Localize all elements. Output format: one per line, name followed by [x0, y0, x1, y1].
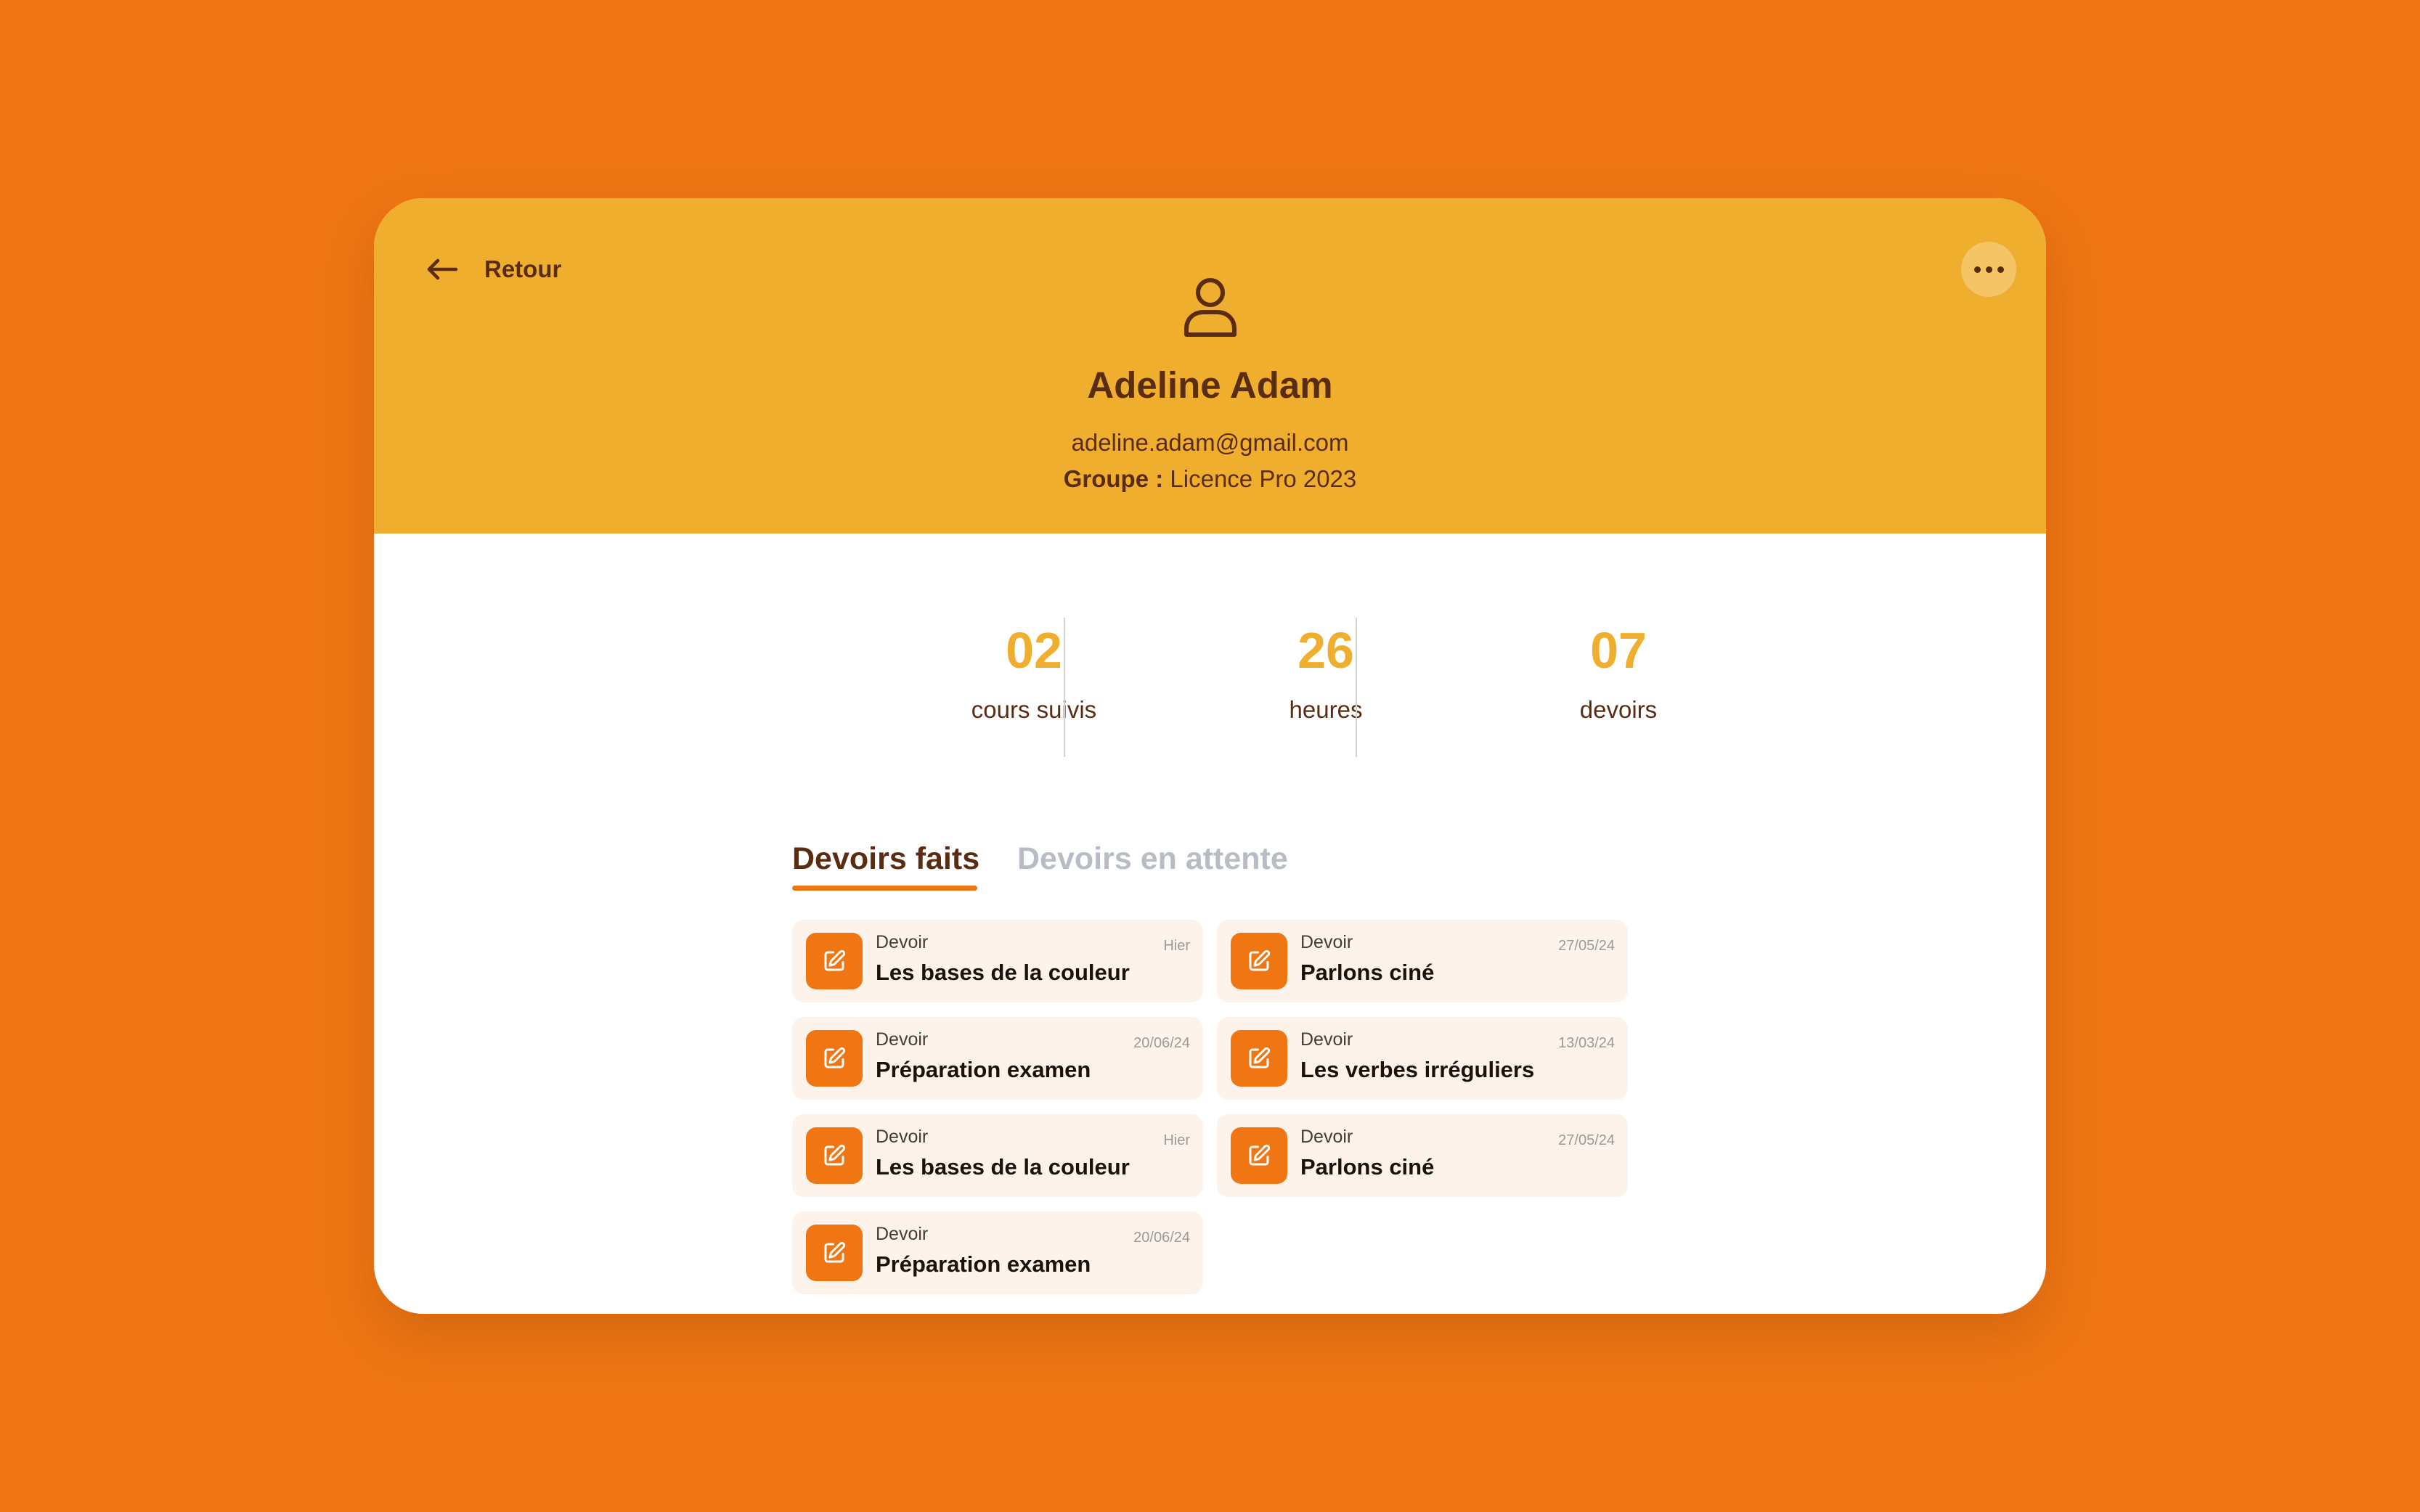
group-label: Groupe : — [1063, 465, 1164, 492]
assignment-type: Devoir — [1300, 1127, 1353, 1147]
assignment-item[interactable]: Devoir Parlons ciné 27/05/24 — [1217, 920, 1628, 1002]
assignment-title: Les bases de la couleur — [876, 960, 1130, 985]
assignment-title: Les bases de la couleur — [876, 1154, 1130, 1180]
stat-divider — [1064, 618, 1065, 757]
assignment-item[interactable]: Devoir Parlons ciné 27/05/24 — [1217, 1114, 1628, 1197]
stat-divider — [1356, 618, 1357, 757]
edit-icon-badge — [806, 933, 863, 989]
assignment-type: Devoir — [876, 932, 929, 952]
arrow-left-icon — [427, 258, 458, 280]
edit-icon — [824, 949, 846, 971]
more-options-button[interactable] — [1961, 242, 2016, 297]
edit-icon — [1249, 949, 1271, 971]
stat-courses: 02 cours suivis — [918, 625, 1150, 724]
assignment-title: Parlons ciné — [1300, 960, 1435, 985]
user-icon — [1184, 278, 1237, 337]
assignment-item[interactable]: Devoir Préparation examen 20/06/24 — [792, 1211, 1203, 1294]
edit-icon — [824, 1144, 846, 1166]
assignment-date: Hier — [1163, 938, 1190, 954]
assignment-date: 13/03/24 — [1558, 1035, 1615, 1051]
tab-devoirs-en-attente[interactable]: Devoirs en attente — [1017, 841, 1288, 877]
edit-icon-badge — [806, 1030, 863, 1087]
more-dots-icon — [1971, 266, 2006, 273]
assignment-type: Devoir — [876, 1029, 929, 1050]
stat-assignments: 07 devoirs — [1502, 625, 1735, 724]
active-tab-indicator — [792, 886, 977, 891]
assignment-title: Parlons ciné — [1300, 1154, 1435, 1180]
stat-label: cours suivis — [971, 696, 1097, 723]
profile-card: Retour Adeline Adam adeline.adam@gmail.c… — [374, 198, 2046, 1314]
tab-devoirs-faits[interactable]: Devoirs faits — [792, 841, 979, 877]
assignment-date: 20/06/24 — [1133, 1035, 1190, 1051]
assignment-title: Les verbes irréguliers — [1300, 1057, 1535, 1082]
stat-label: heures — [1289, 696, 1363, 723]
assignment-date: 27/05/24 — [1558, 938, 1615, 954]
edit-icon-badge — [806, 1127, 863, 1184]
edit-icon-badge — [1231, 1127, 1287, 1184]
edit-icon — [1249, 1144, 1271, 1166]
stat-value: 26 — [1297, 622, 1354, 679]
assignment-date: Hier — [1163, 1132, 1190, 1148]
profile-email: adeline.adam@gmail.com — [1071, 429, 1349, 456]
edit-icon — [1249, 1047, 1271, 1068]
profile-group: Groupe : Licence Pro 2023 — [374, 465, 2046, 493]
profile-name: Adeline Adam — [1087, 364, 1333, 406]
assignment-title: Préparation examen — [876, 1057, 1091, 1082]
assignment-item[interactable]: Devoir Les verbes irréguliers 13/03/24 — [1217, 1017, 1628, 1100]
assignment-type: Devoir — [876, 1224, 929, 1244]
edit-icon-badge — [1231, 1030, 1287, 1087]
assignment-date: 27/05/24 — [1558, 1132, 1615, 1148]
edit-icon — [824, 1241, 846, 1263]
edit-icon — [824, 1047, 846, 1068]
back-label: Retour — [484, 256, 562, 282]
profile-header: Retour Adeline Adam adeline.adam@gmail.c… — [374, 198, 2046, 534]
stat-value: 07 — [1590, 622, 1647, 679]
edit-icon-badge — [806, 1225, 863, 1281]
assignment-item[interactable]: Devoir Préparation examen 20/06/24 — [792, 1017, 1203, 1100]
stat-label: devoirs — [1579, 696, 1658, 723]
assignment-title: Préparation examen — [876, 1251, 1091, 1277]
stat-hours: 26 heures — [1210, 625, 1442, 724]
assignment-type: Devoir — [1300, 1029, 1353, 1050]
assignment-type: Devoir — [1300, 932, 1353, 952]
assignment-type: Devoir — [876, 1127, 929, 1147]
edit-icon-badge — [1231, 933, 1287, 989]
group-value: Licence Pro 2023 — [1170, 465, 1357, 492]
assignment-item[interactable]: Devoir Les bases de la couleur Hier — [792, 920, 1203, 1002]
assignment-item[interactable]: Devoir Les bases de la couleur Hier — [792, 1114, 1203, 1197]
assignment-date: 20/06/24 — [1133, 1230, 1190, 1246]
back-button[interactable]: Retour — [426, 251, 561, 287]
stat-value: 02 — [1006, 622, 1062, 679]
